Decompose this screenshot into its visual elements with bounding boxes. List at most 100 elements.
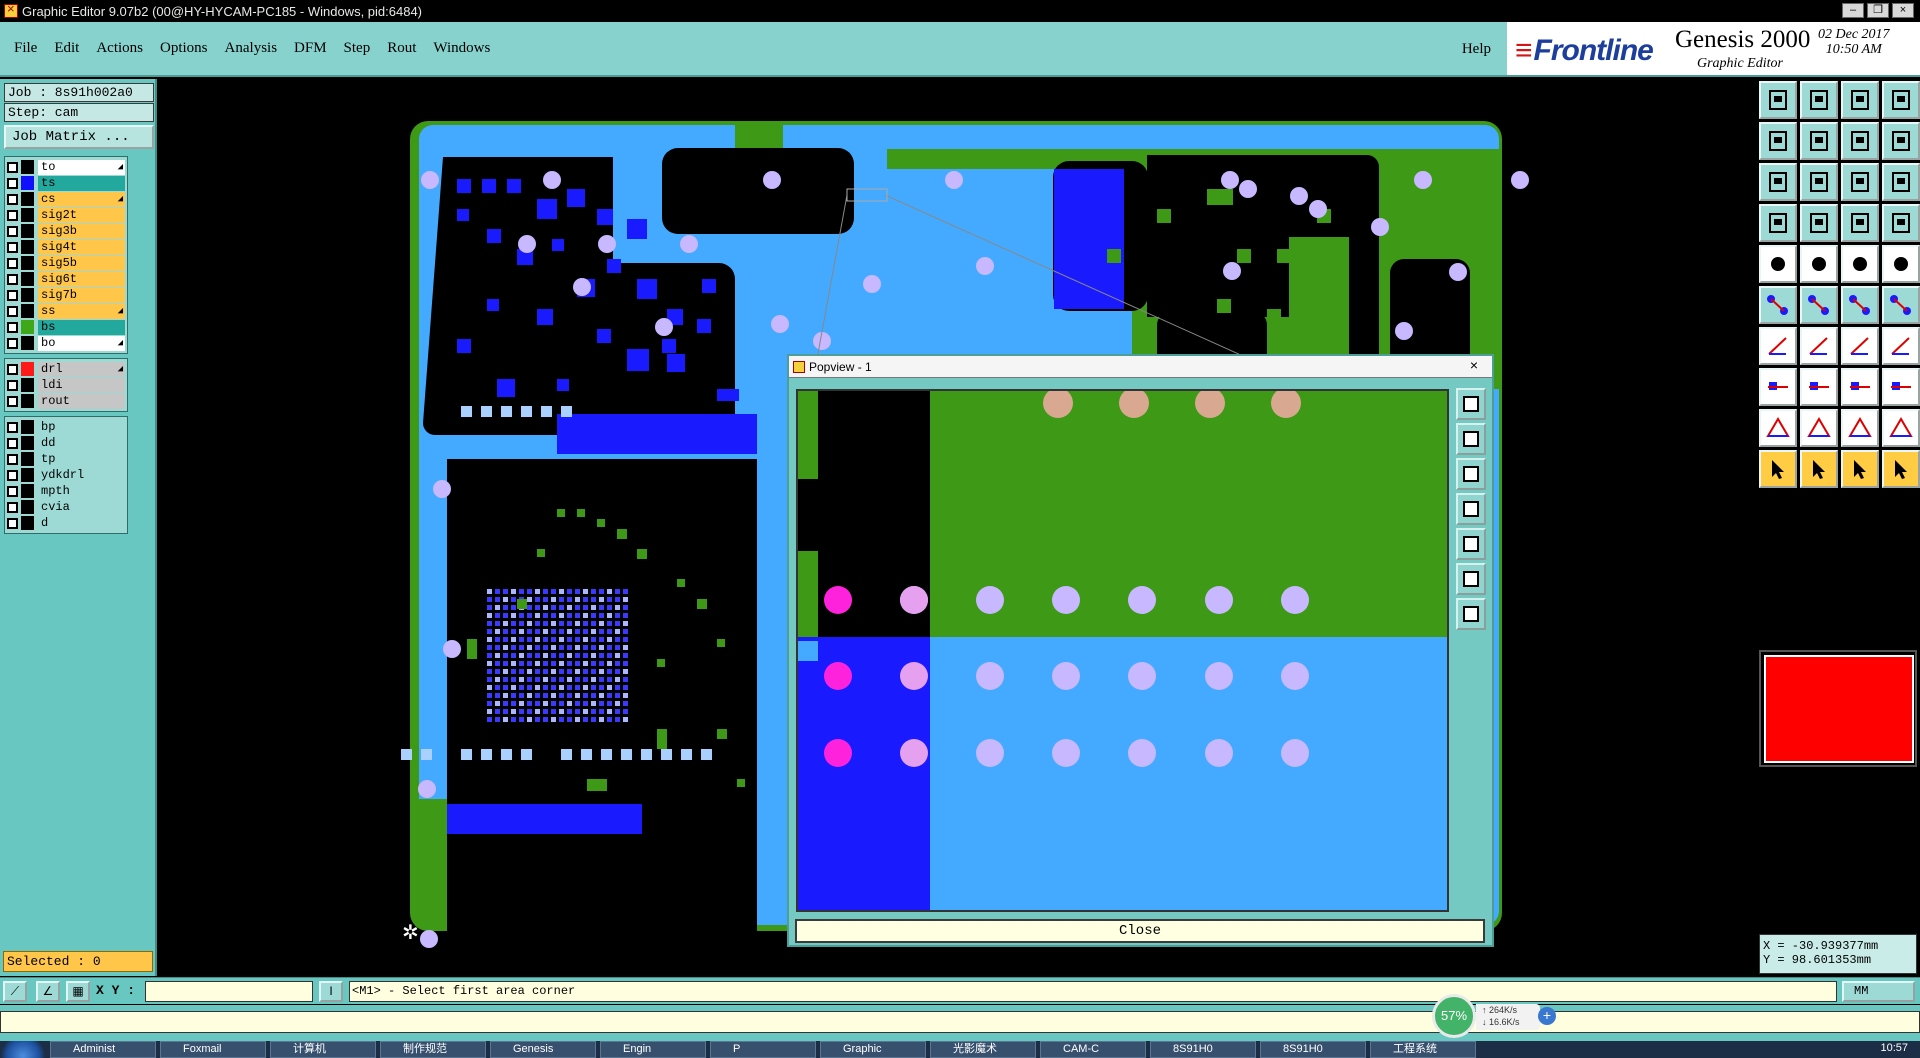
copy-feature-icon[interactable] (1882, 368, 1920, 406)
popview-close-button[interactable]: Close (795, 919, 1485, 943)
layer-name[interactable]: bp (38, 419, 125, 435)
layer-row-mpth[interactable]: mpth (7, 483, 125, 499)
select-area-icon[interactable] (1841, 450, 1879, 488)
arch-icon[interactable] (1841, 409, 1879, 447)
minus-icon[interactable] (1800, 368, 1838, 406)
layer-color-swatch[interactable] (21, 500, 34, 514)
layer-checkbox[interactable] (7, 517, 18, 529)
menu-help[interactable]: Help (1462, 41, 1491, 58)
network-plus-icon[interactable]: + (1538, 1007, 1556, 1025)
start-button[interactable] (0, 1041, 46, 1058)
layer-row-drl[interactable]: drl (7, 361, 125, 377)
layer-color-swatch[interactable] (21, 256, 34, 270)
move-node-icon[interactable] (1759, 286, 1797, 324)
pan-icon[interactable] (1800, 163, 1838, 201)
popview-tool-pan-right-icon[interactable] (1456, 528, 1486, 560)
popview-zoom-view[interactable] (796, 389, 1449, 912)
layer-color-swatch[interactable] (21, 362, 34, 376)
layer-name[interactable]: tp (38, 451, 125, 467)
layer-row-cvia[interactable]: cvia (7, 499, 125, 515)
taskbar-task[interactable]: Genesis (490, 1041, 596, 1058)
layer-row-sig2t[interactable]: sig2t (7, 207, 125, 223)
units-selector[interactable]: MM (1842, 981, 1915, 1002)
layer-name[interactable]: sig5b (38, 255, 125, 271)
layer-checkbox[interactable] (7, 501, 18, 513)
menu-actions[interactable]: Actions (96, 40, 143, 57)
select-single-icon[interactable] (1800, 450, 1838, 488)
layer-checkbox[interactable] (7, 257, 18, 269)
layer-checkbox[interactable] (7, 321, 18, 333)
layer-color-swatch[interactable] (21, 224, 34, 238)
snap-mode-icon[interactable] (1882, 122, 1920, 160)
grid-toggle-icon[interactable] (1800, 204, 1838, 242)
layer-name[interactable]: bs (38, 319, 125, 335)
layer-checkbox[interactable] (7, 379, 18, 391)
cut-line-icon[interactable] (1759, 368, 1797, 406)
layer-row-sig3b[interactable]: sig3b (7, 223, 125, 239)
ruler-icon[interactable] (1841, 245, 1879, 283)
slash-line-icon[interactable] (1800, 327, 1838, 365)
job-matrix-button[interactable]: Job Matrix ... (4, 125, 154, 149)
menu-dfm[interactable]: DFM (294, 40, 327, 57)
layer-color-swatch[interactable] (21, 436, 34, 450)
layer-name[interactable]: ts (38, 175, 125, 191)
layer-row-sig4t[interactable]: sig4t (7, 239, 125, 255)
layer-name[interactable]: ss (38, 303, 125, 319)
xy-input[interactable] (145, 981, 313, 1002)
select-route-icon[interactable] (1882, 450, 1920, 488)
layer-color-swatch[interactable] (21, 240, 34, 254)
layer-row-ydkdrl[interactable]: ydkdrl (7, 467, 125, 483)
round-pad-icon[interactable] (1882, 245, 1920, 283)
line-tool-icon[interactable] (1800, 245, 1838, 283)
rotate-icon[interactable] (1841, 327, 1879, 365)
menu-file[interactable]: File (14, 40, 37, 57)
layer-name[interactable]: sig4t (38, 239, 125, 255)
next-layer-icon[interactable] (1800, 122, 1838, 160)
menu-edit[interactable]: Edit (54, 40, 79, 57)
arch-alt-icon[interactable] (1882, 409, 1920, 447)
layer-name[interactable]: cvia (38, 499, 125, 515)
layer-checkbox[interactable] (7, 241, 18, 253)
menu-windows[interactable]: Windows (433, 40, 490, 57)
popview-tool-home-icon[interactable] (1456, 388, 1486, 420)
popview-tool-zoom-in-icon[interactable] (1456, 423, 1486, 455)
layer-checkbox[interactable] (7, 363, 18, 375)
layer-row-ldi[interactable]: ldi (7, 377, 125, 393)
taskbar-task[interactable]: Graphic (820, 1041, 926, 1058)
menu-analysis[interactable]: Analysis (225, 40, 278, 57)
layer-checkbox[interactable] (7, 289, 18, 301)
layer-row-sig6t[interactable]: sig6t (7, 271, 125, 287)
layer-row-bo[interactable]: bo (7, 335, 125, 351)
delete-node-icon[interactable] (1800, 286, 1838, 324)
select-pointer-icon[interactable] (1759, 450, 1797, 488)
layer-row-d[interactable]: d (7, 515, 125, 531)
layer-color-swatch[interactable] (21, 160, 34, 174)
menu-step[interactable]: Step (344, 40, 371, 57)
taskbar-task[interactable]: CAM-C (1040, 1041, 1146, 1058)
layer-row-bp[interactable]: bp (7, 419, 125, 435)
prev-layer-icon[interactable] (1759, 122, 1797, 160)
layer-name[interactable]: ydkdrl (38, 467, 125, 483)
layer-row-bs[interactable]: bs (7, 319, 125, 335)
scale-1-2-icon[interactable] (1841, 163, 1879, 201)
taskbar-task[interactable]: 计算机 (270, 1041, 376, 1058)
layer-name[interactable]: drl (38, 361, 125, 377)
layer-color-swatch[interactable] (21, 192, 34, 206)
layer-color-swatch[interactable] (21, 378, 34, 392)
draw-line-icon[interactable] (1759, 327, 1797, 365)
grid-icon[interactable]: ▦ (66, 981, 90, 1002)
layer-color-swatch[interactable] (21, 484, 34, 498)
layer-color-icon[interactable] (1841, 204, 1879, 242)
layer-checkbox[interactable] (7, 437, 18, 449)
close-window-button[interactable]: × (1892, 3, 1914, 18)
layer-color-swatch[interactable] (21, 176, 34, 190)
layer-name[interactable]: ldi (38, 377, 125, 393)
layer-name[interactable]: sig7b (38, 287, 125, 303)
maximize-button[interactable]: ❐ (1867, 3, 1889, 18)
popview-tool-zoom-out-icon[interactable] (1456, 458, 1486, 490)
swap-icon[interactable] (1841, 122, 1879, 160)
layer-color-swatch[interactable] (21, 516, 34, 530)
layer-name[interactable]: sig6t (38, 271, 125, 287)
popview-tool-pan-left-icon[interactable] (1456, 493, 1486, 525)
layer-checkbox[interactable] (7, 161, 18, 173)
